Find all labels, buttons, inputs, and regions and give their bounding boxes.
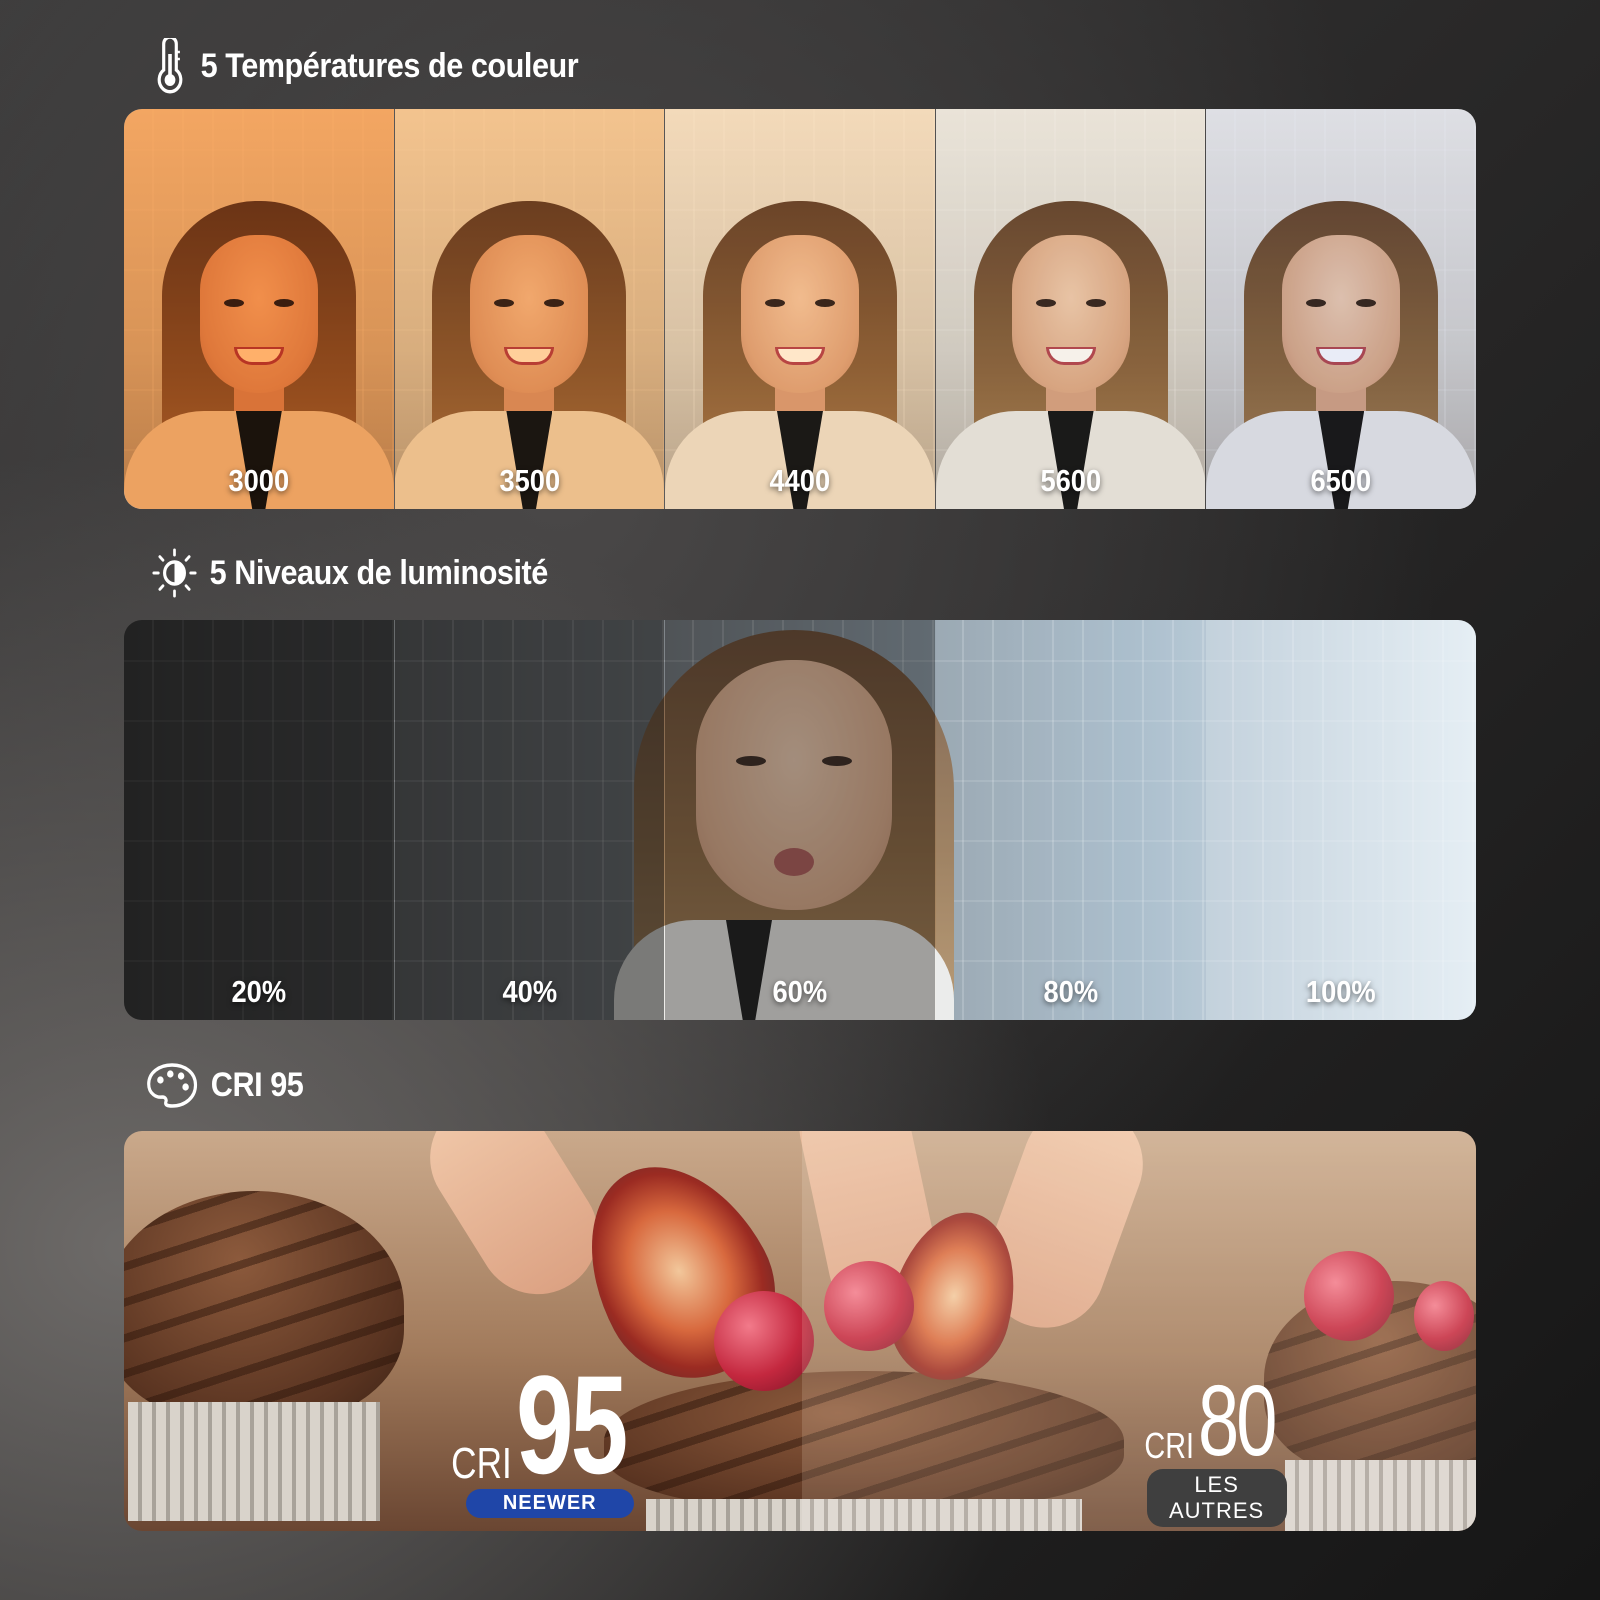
- temperature-cell: 3000: [124, 109, 394, 509]
- temperature-panel: 3000 3500 4400 5600 6500: [124, 109, 1476, 509]
- cri-value: 80: [1198, 1365, 1277, 1477]
- section-heading-text: 5 Températures de couleur: [200, 46, 579, 85]
- temperature-cell: 4400: [664, 109, 935, 509]
- brightness-overlay: [124, 620, 394, 1020]
- thermometer-icon: [152, 38, 188, 94]
- cri-others-badge: CRI 80 LES AUTRES: [1132, 1365, 1301, 1527]
- brightness-overlay: [665, 620, 935, 1020]
- cri-neewer-badge: CRI 95 NEEWER: [436, 1346, 664, 1518]
- cri-prefix: CRI: [1144, 1425, 1194, 1467]
- brightness-label: 60%: [772, 974, 828, 1009]
- brightness-overlay: [935, 620, 1206, 1020]
- cri-prefix: CRI: [451, 1438, 512, 1488]
- temperature-cell: 5600: [934, 109, 1206, 509]
- palette-icon: [146, 1062, 198, 1108]
- cri-panel: CRI 95 NEEWER CRI 80 LES AUTRES: [124, 1131, 1476, 1531]
- color-tint-overlay: [665, 109, 935, 509]
- section-heading-text: 5 Niveaux de luminosité: [209, 553, 549, 592]
- section-heading-text: CRI 95: [210, 1065, 304, 1104]
- brightness-cell: 20%: [124, 620, 394, 1020]
- finger-illustration: [407, 1131, 621, 1317]
- temperature-label: 3500: [499, 463, 560, 498]
- temperature-label: 4400: [769, 463, 831, 498]
- brightness-label: 40%: [502, 974, 557, 1009]
- color-tint-overlay: [935, 109, 1206, 509]
- temperature-cell: 3500: [393, 109, 665, 509]
- color-tint-overlay: [124, 109, 394, 509]
- brightness-cell: 100%: [1205, 620, 1476, 1020]
- brightness-label: 20%: [231, 974, 287, 1009]
- cupcake-illustration: [124, 1191, 404, 1521]
- temperature-cell: 6500: [1205, 109, 1476, 509]
- brightness-overlay: [394, 620, 665, 1020]
- brightness-label: 80%: [1043, 974, 1098, 1009]
- temperature-label: 5600: [1040, 463, 1101, 498]
- brightness-panel: 20% 40% 60% 80% 100%: [124, 620, 1476, 1020]
- color-tint-overlay: [394, 109, 665, 509]
- cri-section-title: CRI 95: [146, 1062, 304, 1108]
- brightness-label: 100%: [1306, 974, 1377, 1009]
- brightness-cell: 40%: [393, 620, 665, 1020]
- brightness-cell: 60%: [664, 620, 935, 1020]
- temperature-section-title: 5 Températures de couleur: [152, 38, 579, 94]
- comparison-tag: LES AUTRES: [1146, 1469, 1287, 1527]
- raspberry-illustration: [714, 1291, 814, 1391]
- brightness-section-title: 5 Niveaux de luminosité: [152, 548, 548, 598]
- color-tint-overlay: [1206, 109, 1476, 509]
- brightness-overlay: [1206, 620, 1476, 1020]
- cri-value: 95: [515, 1346, 628, 1503]
- brightness-cell: 80%: [934, 620, 1206, 1020]
- temperature-label: 3000: [228, 463, 290, 498]
- brightness-icon: [152, 548, 197, 598]
- temperature-label: 6500: [1310, 463, 1372, 498]
